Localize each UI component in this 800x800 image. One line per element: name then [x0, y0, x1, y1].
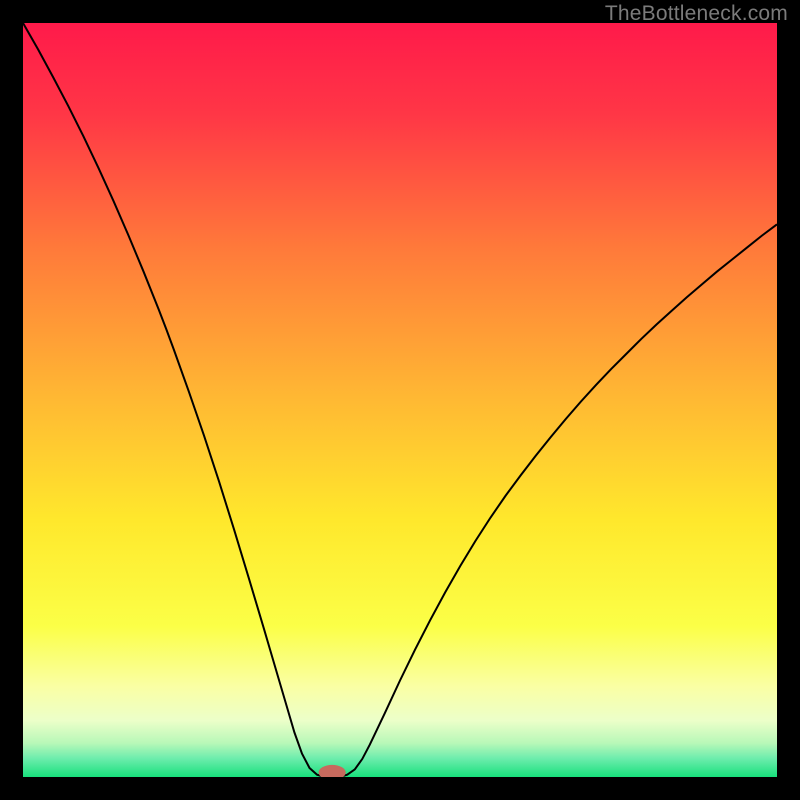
- gradient-background: [23, 23, 777, 777]
- chart-svg: [23, 23, 777, 777]
- plot-area: [23, 23, 777, 777]
- chart-outer-frame: TheBottleneck.com: [0, 0, 800, 800]
- watermark-text: TheBottleneck.com: [605, 2, 788, 26]
